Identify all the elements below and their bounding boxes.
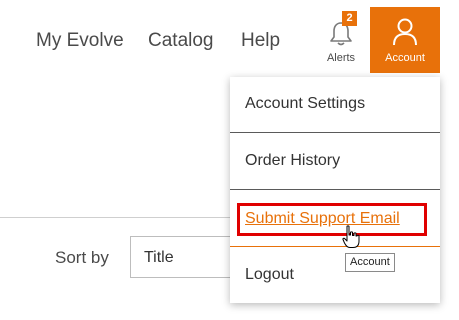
account-tooltip: Account: [345, 253, 395, 272]
sort-by-label: Sort by: [55, 248, 109, 267]
sort-select-value: Title: [144, 249, 174, 266]
menu-item-logout[interactable]: Logout: [230, 248, 440, 304]
menu-item-order-history[interactable]: Order History: [230, 134, 440, 190]
alerts-label: Alerts: [326, 52, 356, 64]
user-icon: [393, 18, 417, 46]
menu-item-label: Account Settings: [245, 95, 366, 112]
nav-catalog[interactable]: Catalog: [148, 30, 214, 52]
content-divider: [0, 217, 240, 218]
nav-my-evolve[interactable]: My Evolve: [36, 30, 124, 52]
alerts-count-badge: 2: [342, 11, 357, 26]
highlight-box: [237, 203, 427, 236]
nav-help[interactable]: Help: [241, 30, 280, 52]
menu-item-account-settings[interactable]: Account Settings: [230, 77, 440, 133]
account-label: Account: [385, 52, 425, 64]
hand-cursor-icon: [342, 225, 360, 248]
menu-item-label: Logout: [245, 266, 294, 283]
alerts-button[interactable]: 2 Alerts: [318, 8, 364, 68]
account-dropdown-menu: Account Settings Order History Submit Su…: [230, 77, 440, 303]
menu-item-label: Order History: [245, 152, 341, 169]
account-button[interactable]: Account: [370, 7, 440, 73]
